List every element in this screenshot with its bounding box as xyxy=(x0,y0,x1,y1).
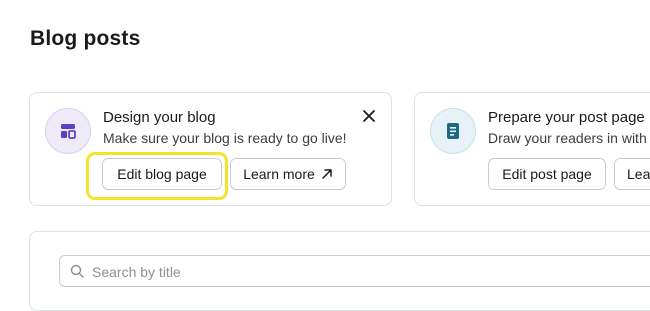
edit-blog-page-button[interactable]: Edit blog page xyxy=(102,158,222,190)
page-title: Blog posts xyxy=(30,27,141,50)
learn-more-button[interactable]: Lea xyxy=(614,158,650,190)
card-subtitle: Draw your readers in with xyxy=(488,130,647,146)
edit-post-page-button[interactable]: Edit post page xyxy=(488,158,606,190)
search-icon xyxy=(70,264,84,278)
close-icon[interactable] xyxy=(360,107,378,125)
card-title: Design your blog xyxy=(103,109,216,126)
prepare-post-page-card: Prepare your post page Draw your readers… xyxy=(414,92,650,206)
learn-more-button[interactable]: Learn more xyxy=(230,158,346,190)
design-blog-card: Design your blog Make sure your blog is … xyxy=(29,92,392,206)
button-label: Lea xyxy=(627,166,650,182)
card-title: Prepare your post page xyxy=(488,109,645,126)
card-subtitle: Make sure your blog is ready to go live! xyxy=(103,130,347,146)
search-box[interactable] xyxy=(59,255,650,288)
search-input[interactable] xyxy=(90,256,650,288)
button-label: Edit blog page xyxy=(117,166,207,182)
layout-icon xyxy=(45,108,91,154)
button-label: Learn more xyxy=(243,166,315,182)
button-label: Edit post page xyxy=(502,166,592,182)
arrow-up-right-icon xyxy=(321,168,333,180)
posts-panel xyxy=(29,231,650,311)
document-icon xyxy=(430,108,476,154)
